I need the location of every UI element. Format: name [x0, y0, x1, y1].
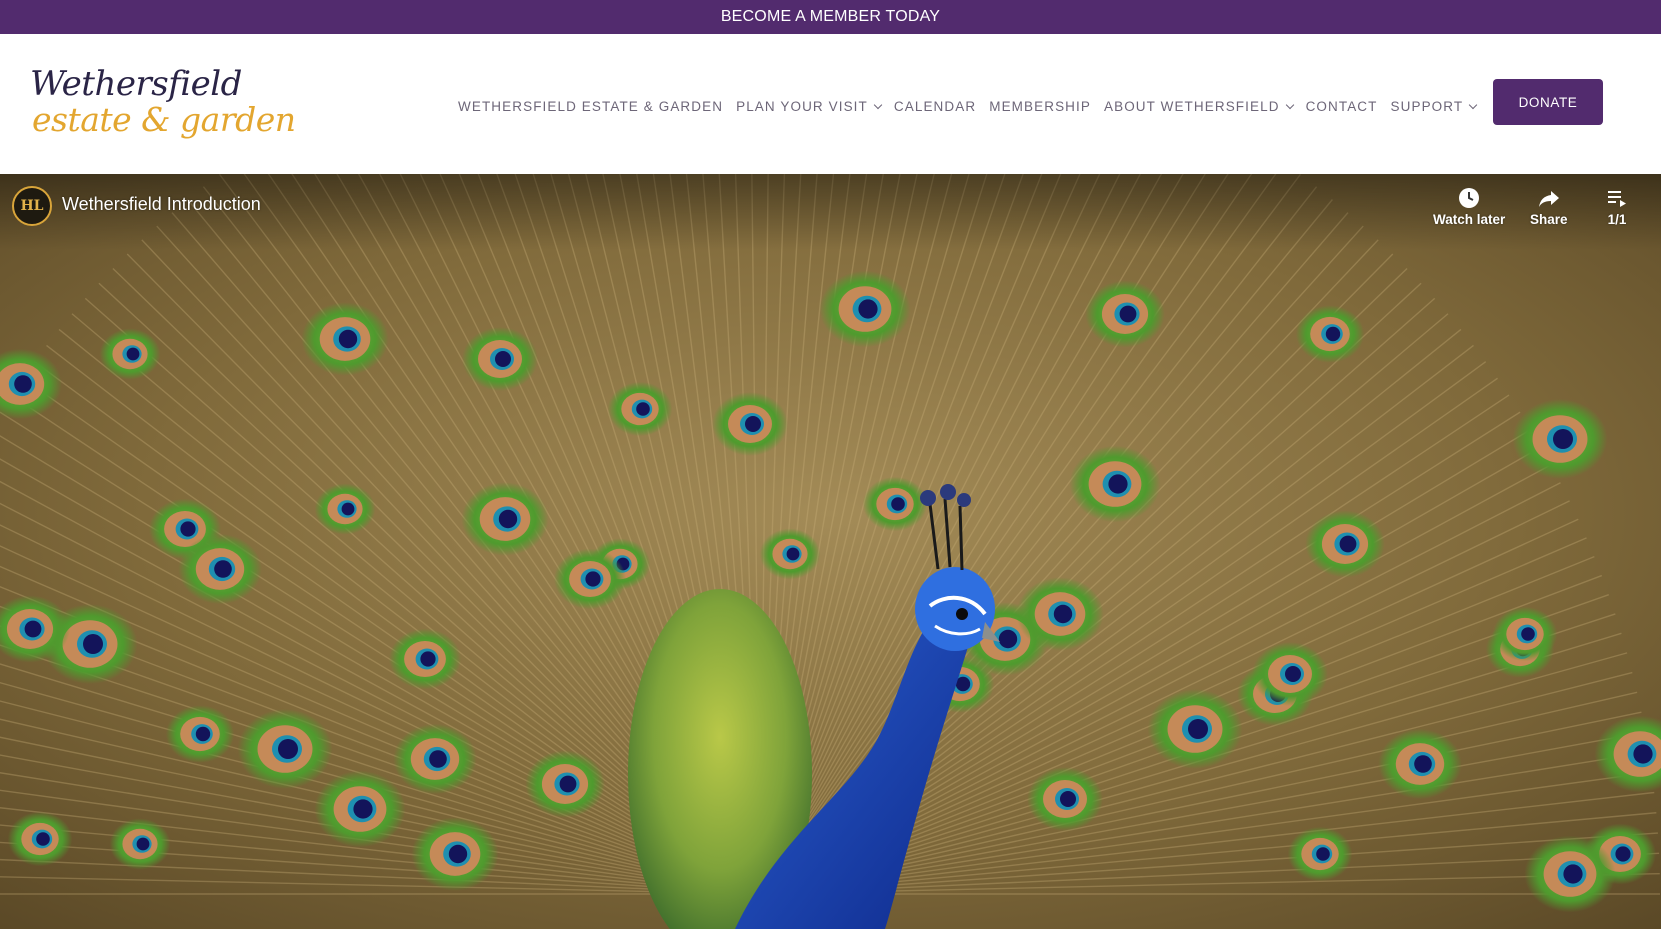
site-logo[interactable]: Wethersfield estate & garden — [30, 64, 296, 144]
logo-line-1: Wethersfield — [30, 64, 242, 104]
playlist-button[interactable]: 1/1 — [1605, 186, 1629, 227]
watch-later-button[interactable]: Watch later — [1433, 186, 1505, 227]
donate-button[interactable]: DONATE — [1493, 79, 1603, 125]
nav-item-label[interactable]: CONTACT — [1306, 99, 1378, 114]
member-banner[interactable]: BECOME A MEMBER TODAY — [0, 0, 1661, 34]
nav-item-label[interactable]: CALENDAR — [894, 99, 976, 114]
nav-item-calendar[interactable]: CALENDAR — [894, 99, 976, 114]
nav-item-about[interactable]: ABOUT WETHERSFIELD — [1104, 99, 1294, 114]
share-arrow-icon — [1538, 191, 1559, 207]
video-title[interactable]: Wethersfield Introduction — [62, 194, 261, 215]
main-nav: WETHERSFIELD ESTATE & GARDEN PLAN YOUR V… — [458, 96, 1489, 116]
member-banner-text[interactable]: BECOME A MEMBER TODAY — [721, 8, 940, 26]
donate-button-label[interactable]: DONATE — [1519, 95, 1578, 110]
nav-item-label[interactable]: ABOUT WETHERSFIELD — [1104, 99, 1280, 114]
chevron-down-icon[interactable] — [873, 100, 883, 109]
nav-item-label[interactable]: WETHERSFIELD ESTATE & GARDEN — [458, 99, 723, 114]
playlist-icon — [1608, 191, 1626, 207]
nav-item-label[interactable]: SUPPORT — [1391, 99, 1464, 114]
playlist-count: 1/1 — [1607, 212, 1627, 227]
nav-item-label[interactable]: PLAN YOUR VISIT — [736, 99, 868, 114]
watch-later-label: Watch later — [1433, 212, 1506, 227]
site-header: Wethersfield estate & garden WETHERSFIEL… — [0, 34, 1661, 174]
chevron-down-icon[interactable] — [1285, 100, 1294, 109]
channel-avatar-text: HL — [20, 198, 44, 214]
chevron-down-icon[interactable] — [1468, 100, 1478, 109]
channel-avatar[interactable]: HL — [12, 186, 52, 226]
nav-item-contact[interactable]: CONTACT — [1306, 99, 1378, 114]
nav-item-plan-your-visit[interactable]: PLAN YOUR VISIT — [736, 99, 883, 114]
nav-item-membership[interactable]: MEMBERSHIP — [989, 99, 1091, 114]
nav-item-label[interactable]: MEMBERSHIP — [989, 99, 1091, 114]
peacock-video-frame[interactable] — [0, 174, 1661, 929]
clock-icon — [1459, 188, 1480, 208]
nav-item-estate-garden[interactable]: WETHERSFIELD ESTATE & GARDEN — [458, 99, 723, 114]
intro-video-player[interactable]: HL Wethersfield Introduction Watch later… — [0, 174, 1661, 929]
logo-line-2: estate & garden — [32, 100, 296, 139]
share-button[interactable]: Share — [1530, 186, 1568, 227]
share-label: Share — [1530, 212, 1568, 227]
nav-item-support[interactable]: SUPPORT — [1391, 99, 1478, 114]
